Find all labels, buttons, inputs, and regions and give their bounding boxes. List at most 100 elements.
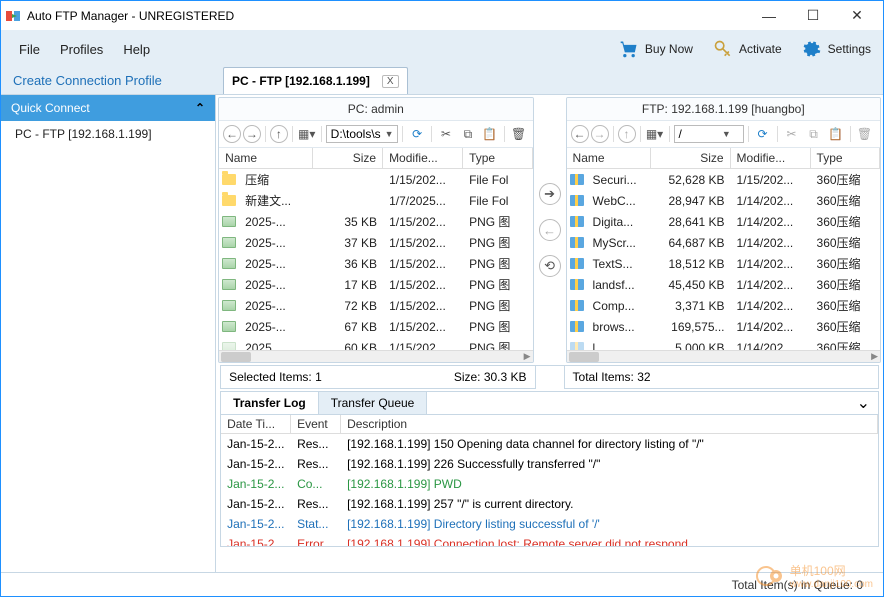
file-row[interactable]: 2025-... 17 KB 1/15/202... PNG 图 — [219, 274, 532, 295]
file-row[interactable]: 2025 60 KB 1/15/202 PNG 图 — [219, 337, 532, 350]
remote-file-list[interactable]: Securi... 52,628 KB 1/15/202... 360压缩 We… — [567, 169, 880, 350]
back-button[interactable]: ← — [223, 125, 241, 143]
log-row[interactable]: Jan-15-2... Error [192.168.1.199] Connec… — [221, 534, 878, 547]
refresh-button[interactable]: ⟳ — [753, 124, 773, 144]
copy-button[interactable]: ⧉ — [458, 124, 478, 144]
log-row[interactable]: Jan-15-2... Stat... [192.168.1.199] Dire… — [221, 514, 878, 534]
file-row[interactable]: 2025-... 72 KB 1/15/202... PNG 图 — [219, 295, 532, 316]
local-status-size: Size: 30.3 KB — [454, 370, 527, 384]
local-path-input[interactable]: D:\tools\s▼ — [326, 125, 399, 143]
maximize-button[interactable]: ☐ — [791, 2, 835, 30]
sidebar-item-connection[interactable]: PC - FTP [192.168.1.199] — [1, 121, 215, 147]
collapse-button[interactable]: ⌄ — [849, 393, 878, 413]
tab-transfer-log[interactable]: Transfer Log — [221, 392, 319, 414]
log-col-event[interactable]: Event — [291, 415, 341, 433]
key-icon — [713, 39, 733, 59]
paste-button[interactable]: 📋 — [826, 124, 846, 144]
file-icon — [219, 279, 239, 290]
delete-button[interactable]: 🗑 — [509, 124, 529, 144]
up-button[interactable]: ↑ — [270, 125, 288, 143]
file-icon — [567, 237, 587, 248]
file-icon — [219, 216, 239, 227]
log-col-description[interactable]: Description — [341, 415, 878, 433]
col-modified[interactable]: Modifie... — [731, 148, 811, 168]
col-modified[interactable]: Modifie... — [383, 148, 463, 168]
col-name[interactable]: Name — [567, 148, 651, 168]
sync-button[interactable]: ⟲ — [539, 255, 561, 277]
file-row[interactable]: 2025-... 36 KB 1/15/202... PNG 图 — [219, 253, 532, 274]
paste-button[interactable]: 📋 — [480, 124, 500, 144]
log-row[interactable]: Jan-15-2... Res... [192.168.1.199] 257 "… — [221, 494, 878, 514]
menubar: File Profiles Help Buy Now Activate Sett… — [1, 31, 883, 67]
view-button[interactable]: ▦▾ — [645, 124, 665, 144]
file-icon — [219, 174, 239, 185]
local-pane-header: PC: admin — [219, 98, 532, 121]
sidebar: Quick Connect ⌃ PC - FTP [192.168.1.199] — [1, 95, 216, 596]
back-button[interactable]: ← — [571, 125, 589, 143]
cut-button[interactable]: ✂ — [436, 124, 456, 144]
forward-button[interactable]: → — [591, 125, 609, 143]
minimize-button[interactable]: — — [747, 2, 791, 30]
quick-connect-header[interactable]: Quick Connect ⌃ — [1, 95, 215, 121]
log-col-datetime[interactable]: Date Ti... — [221, 415, 291, 433]
file-row[interactable]: brows... 169,575... 1/14/202... 360压缩 — [567, 316, 880, 337]
menu-profiles[interactable]: Profiles — [50, 38, 113, 61]
log-row[interactable]: Jan-15-2... Res... [192.168.1.199] 226 S… — [221, 454, 878, 474]
file-row[interactable]: Comp... 3,371 KB 1/14/202... 360压缩 — [567, 295, 880, 316]
local-status-selected: Selected Items: 1 — [229, 370, 322, 384]
local-scroll-x[interactable]: ▶ — [219, 350, 532, 362]
close-button[interactable]: ✕ — [835, 2, 879, 30]
log-row[interactable]: Jan-15-2... Res... [192.168.1.199] 150 O… — [221, 434, 878, 454]
tab-transfer-queue[interactable]: Transfer Queue — [319, 392, 428, 414]
file-icon — [219, 237, 239, 248]
col-name[interactable]: Name — [219, 148, 313, 168]
forward-button[interactable]: → — [243, 125, 261, 143]
settings-button[interactable]: Settings — [798, 37, 875, 61]
col-type[interactable]: Type — [811, 148, 880, 168]
transfer-controls: ➔ ← ⟲ — [536, 95, 564, 365]
file-icon — [219, 321, 239, 332]
tab-close-button[interactable]: X — [382, 75, 399, 88]
cut-button[interactable]: ✂ — [782, 124, 802, 144]
col-size[interactable]: Size — [651, 148, 731, 168]
create-profile-link[interactable]: Create Connection Profile — [1, 67, 219, 94]
gear-icon — [802, 39, 822, 59]
file-row[interactable]: TextS... 18,512 KB 1/14/202... 360压缩 — [567, 253, 880, 274]
file-row[interactable]: Securi... 52,628 KB 1/15/202... 360压缩 — [567, 169, 880, 190]
local-columns: Name Size Modifie... Type — [219, 148, 532, 169]
remote-status-total: Total Items: 32 — [573, 370, 651, 384]
menu-help[interactable]: Help — [113, 38, 160, 61]
transfer-left-button[interactable]: ← — [539, 219, 561, 241]
col-size[interactable]: Size — [313, 148, 383, 168]
menu-file[interactable]: File — [9, 38, 50, 61]
remote-columns: Name Size Modifie... Type — [567, 148, 880, 169]
file-row[interactable]: 2025-... 37 KB 1/15/202... PNG 图 — [219, 232, 532, 253]
file-row[interactable]: 2025-... 67 KB 1/15/202... PNG 图 — [219, 316, 532, 337]
col-type[interactable]: Type — [463, 148, 532, 168]
connection-tab[interactable]: PC - FTP [192.168.1.199] X — [223, 67, 408, 94]
refresh-button[interactable]: ⟳ — [407, 124, 427, 144]
delete-button[interactable]: 🗑 — [855, 124, 875, 144]
file-row[interactable]: WebC... 28,947 KB 1/14/202... 360压缩 — [567, 190, 880, 211]
buy-now-button[interactable]: Buy Now — [615, 37, 697, 61]
copy-button[interactable]: ⧉ — [804, 124, 824, 144]
activate-button[interactable]: Activate — [709, 37, 786, 61]
file-row[interactable]: MyScr... 64,687 KB 1/14/202... 360压缩 — [567, 232, 880, 253]
file-icon — [567, 321, 587, 332]
chevron-up-icon: ⌃ — [195, 101, 205, 115]
file-row[interactable]: Digita... 28,641 KB 1/14/202... 360压缩 — [567, 211, 880, 232]
remote-scroll-x[interactable]: ▶ — [567, 350, 880, 362]
file-row[interactable]: 2025-... 35 KB 1/15/202... PNG 图 — [219, 211, 532, 232]
file-row[interactable]: 压缩 1/15/202... File Fol — [219, 169, 532, 190]
view-button[interactable]: ▦▾ — [297, 124, 317, 144]
file-row[interactable]: landsf... 45,450 KB 1/14/202... 360压缩 — [567, 274, 880, 295]
log-row[interactable]: Jan-15-2... Co... [192.168.1.199] PWD — [221, 474, 878, 494]
up-button[interactable]: ↑ — [618, 125, 636, 143]
remote-pane: FTP: 192.168.1.199 [huangbo] ← → ↑ ▦▾ /▼… — [566, 97, 881, 363]
remote-path-input[interactable]: /▼ — [674, 125, 744, 143]
transfer-right-button[interactable]: ➔ — [539, 183, 561, 205]
local-file-list[interactable]: 压缩 1/15/202... File Fol 新建文... 1/7/2025.… — [219, 169, 532, 350]
tab-label: PC - FTP [192.168.1.199] — [232, 74, 370, 88]
file-row[interactable]: 新建文... 1/7/2025... File Fol — [219, 190, 532, 211]
file-row[interactable]: l 5,000 KB 1/14/202 360压缩 — [567, 337, 880, 350]
